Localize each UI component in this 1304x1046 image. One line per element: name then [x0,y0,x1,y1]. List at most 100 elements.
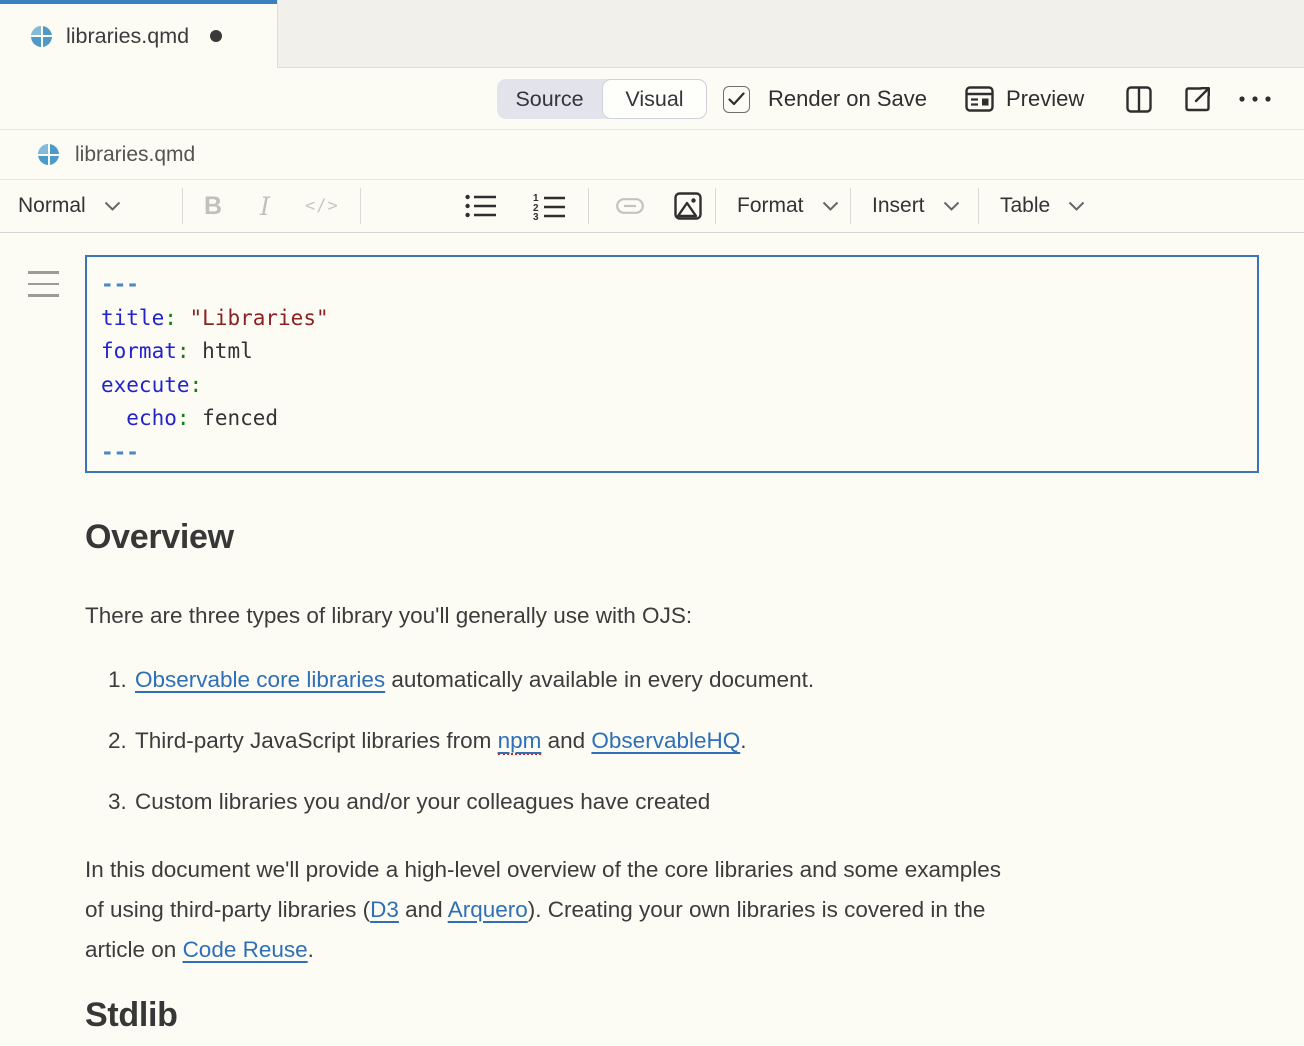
text-segment: html [190,339,253,363]
text-segment: : [190,373,203,397]
image-icon [674,192,702,220]
doc-link[interactable]: Arquero [448,897,528,922]
breadcrumb-filename[interactable]: libraries.qmd [75,143,195,167]
chevron-down-icon [943,201,960,211]
doc-link[interactable]: Observable core libraries [135,667,385,692]
render-on-save-control: Render on Save [723,79,927,119]
chevron-down-icon [1068,201,1085,211]
render-on-save-checkbox[interactable] [723,86,750,113]
preview-button[interactable]: Preview [965,79,1084,119]
paragraph-style-dropdown[interactable]: Normal [18,180,121,232]
yaml-line: --- [101,436,1257,470]
source-mode-button[interactable]: Source [497,79,602,119]
link-icon [616,198,644,214]
document-body[interactable]: Overview There are three types of librar… [85,500,1235,1035]
toolbar-separator [182,188,183,224]
render-on-save-label: Render on Save [768,86,927,112]
split-view-icon [1126,86,1152,113]
block-drag-handle[interactable] [28,271,59,306]
ellipsis-icon [1238,95,1272,103]
preview-icon [965,86,994,112]
doc-link[interactable]: npm [498,728,542,755]
text-segment: . [308,937,314,962]
text-segment: --- [101,272,139,296]
doc-link[interactable]: D3 [370,897,399,922]
closing-paragraph: In this document we'll provide a high-le… [85,850,1235,970]
quarto-file-icon [38,144,59,165]
text-segment: Custom libraries you and/or your colleag… [135,789,710,814]
unsaved-changes-indicator [210,30,222,42]
stdlib-heading: Stdlib [85,996,1235,1035]
text-segment: and [541,728,591,753]
text-segment: --- [101,440,139,464]
checkmark-icon [728,92,745,106]
library-types-list: Observable core libraries automatically … [85,667,1235,815]
text-segment: execute [101,373,190,397]
yaml-line: echo: fenced [101,402,1257,436]
text-segment: article on [85,937,183,962]
toolbar-separator [715,188,716,224]
format-menu[interactable]: Format [737,180,839,232]
chevron-down-icon [822,201,839,211]
numbered-list-icon: 1 2 3 [533,192,566,220]
text-segment: format [101,339,177,363]
text-segment [177,306,190,330]
list-item: Observable core libraries automatically … [133,667,1235,693]
quarto-file-icon [31,26,52,47]
toolbar-separator [850,188,851,224]
more-options-button[interactable] [1238,79,1272,119]
preview-label: Preview [1006,86,1084,112]
toolbar-separator [588,188,589,224]
text-segment: : [164,306,177,330]
formatting-toolbar: Normal B I </> 1 2 3 [0,180,1304,233]
italic-button[interactable]: I [260,180,270,232]
chevron-down-icon [104,201,121,211]
overview-heading: Overview [85,518,1235,557]
text-segment: Third-party JavaScript libraries from [135,728,498,753]
text-segment: : [177,406,190,430]
text-segment: : [177,339,190,363]
code-button[interactable]: </> [305,180,339,232]
breadcrumb: libraries.qmd [0,130,1304,180]
editor-toolbar: Source Visual Render on Save Preview [0,68,1304,130]
tab-title: libraries.qmd [66,24,189,49]
insert-image-button[interactable] [674,180,702,232]
doc-link[interactable]: ObservableHQ [591,728,740,753]
text-segment: "Libraries" [190,306,329,330]
tab-strip: libraries.qmd [0,0,1304,68]
text-segment: and [399,897,448,922]
yaml-line: --- [101,268,1257,302]
yaml-line: format: html [101,335,1257,369]
bulleted-list-button[interactable] [465,180,497,232]
text-segment: ). Creating your own libraries is covere… [528,897,986,922]
tab-libraries-qmd[interactable]: libraries.qmd [0,0,277,68]
text-segment: echo [126,406,177,430]
text-segment: automatically available in every documen… [385,667,814,692]
editor-mode-toggle: Source Visual [497,79,707,119]
toolbar-separator [360,188,361,224]
text-segment: . [740,728,746,753]
quarto-visual-editor: { "tab": { "title": "libraries.qmd", "mo… [0,0,1304,1046]
svg-text:3: 3 [533,212,539,220]
list-item: Third-party JavaScript libraries from np… [133,728,1235,754]
text-segment: fenced [190,406,279,430]
insert-menu[interactable]: Insert [872,180,960,232]
text-segment: In this document we'll provide a high-le… [85,857,1001,882]
doc-link[interactable]: Code Reuse [183,937,308,962]
text-segment: title [101,306,164,330]
open-in-new-window-button[interactable] [1185,79,1211,119]
bold-button[interactable]: B [204,180,222,232]
yaml-line: execute: [101,369,1257,403]
visual-mode-button[interactable]: Visual [602,79,707,119]
yaml-line: title: "Libraries" [101,302,1257,336]
text-segment [101,406,126,430]
split-editor-button[interactable] [1126,79,1152,119]
toolbar-separator [978,188,979,224]
yaml-front-matter-block[interactable]: --- title: "Libraries" format: html exec… [85,255,1259,473]
text-segment: of using third-party libraries ( [85,897,370,922]
tab-strip-empty-area [277,0,1304,68]
insert-link-button[interactable] [616,180,644,232]
table-menu[interactable]: Table [1000,180,1085,232]
numbered-list-button[interactable]: 1 2 3 [533,180,566,232]
external-link-icon [1185,86,1211,112]
